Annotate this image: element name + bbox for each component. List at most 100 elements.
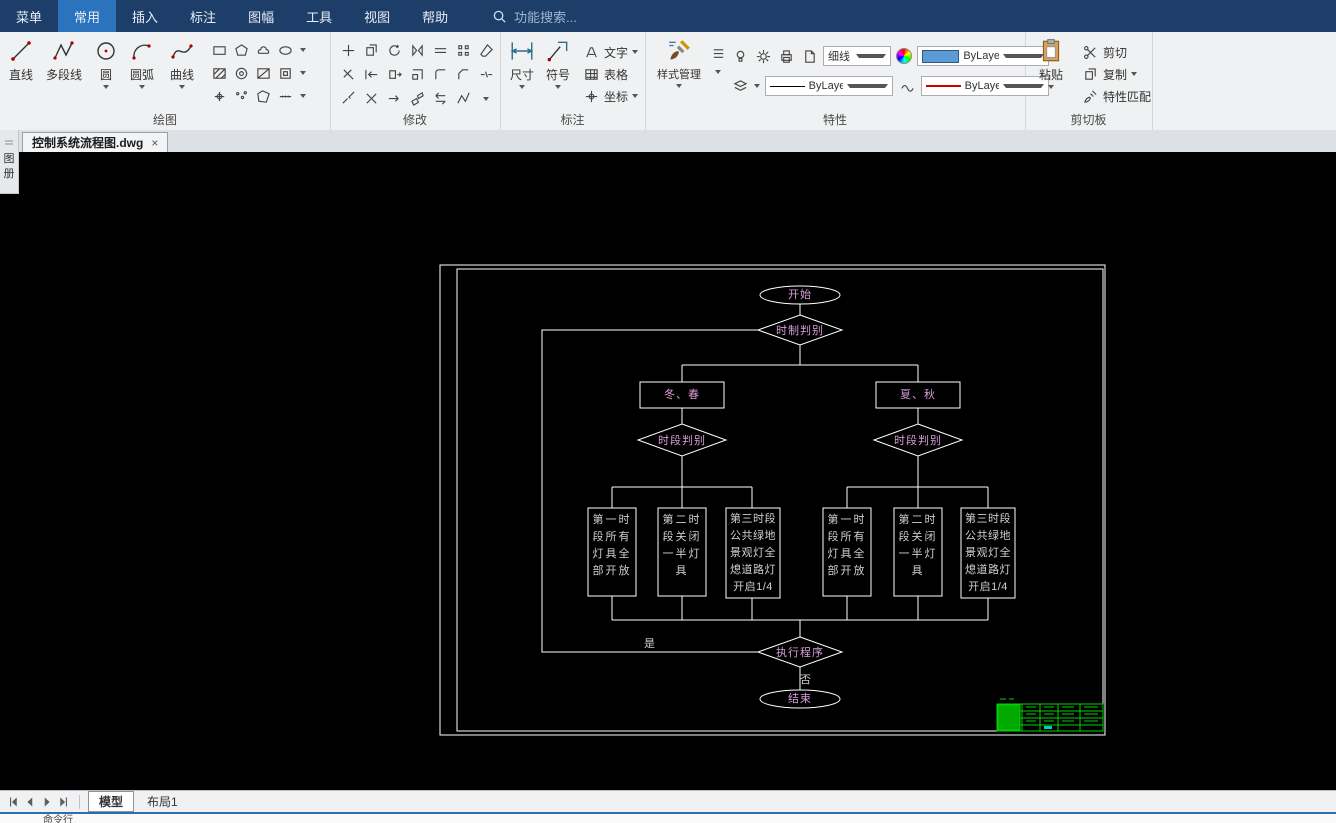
lineweight-display-combo[interactable]: 细线 <box>823 46 891 66</box>
draw-row2-dropdown-arrow[interactable] <box>300 71 306 75</box>
polygon-icon[interactable] <box>233 41 251 59</box>
region-icon[interactable] <box>255 64 273 82</box>
break-icon[interactable] <box>477 66 495 84</box>
rectangle-icon[interactable] <box>211 41 229 59</box>
model-tab[interactable]: 模型 <box>88 791 135 812</box>
next-tab-nav-icon[interactable] <box>40 795 54 809</box>
scale-icon[interactable] <box>408 66 426 84</box>
donut-icon[interactable] <box>233 64 251 82</box>
branch-left-label: 冬、春 <box>664 389 700 401</box>
layer-lock-sheet-icon[interactable] <box>800 47 818 65</box>
copy-button[interactable]: 复制 <box>1081 64 1138 84</box>
style-manager-button[interactable]: 样式管理 <box>653 38 705 88</box>
erase-icon[interactable] <box>477 42 495 60</box>
reverse-icon[interactable] <box>431 90 449 108</box>
text-dropdown-arrow[interactable] <box>632 50 639 54</box>
tab-sheet[interactable]: 图幅 <box>232 0 290 32</box>
ribbon-panel-clipboard: 粘贴 剪切 复制 特性匹配 剪切板 <box>1025 32 1153 130</box>
style-manager-icon <box>666 38 692 64</box>
function-search[interactable]: 功能搜索... <box>490 0 577 32</box>
layer-tools-dropdown-arrow[interactable] <box>715 70 721 74</box>
tab-tools[interactable]: 工具 <box>290 0 348 32</box>
text-label: 文字 <box>604 45 629 60</box>
linetype-tools-dropdown-arrow[interactable] <box>754 84 760 88</box>
rotate-icon[interactable] <box>385 42 403 60</box>
offset-icon[interactable] <box>431 42 449 60</box>
paste-dropdown-arrow[interactable] <box>1048 85 1054 89</box>
hatch-icon[interactable] <box>211 64 229 82</box>
document-tab-active[interactable]: 控制系统流程图.dwg × <box>22 132 169 152</box>
stretch-icon[interactable] <box>385 66 403 84</box>
array-icon[interactable] <box>454 42 472 60</box>
edit-polyline-icon[interactable] <box>454 90 472 108</box>
tab-view[interactable]: 视图 <box>348 0 406 32</box>
first-tab-nav-icon[interactable] <box>6 795 20 809</box>
cut-button[interactable]: 剪切 <box>1081 42 1127 62</box>
extend-icon[interactable] <box>362 66 380 84</box>
draw-row3-dropdown-arrow[interactable] <box>300 94 306 98</box>
copy-tool-icon[interactable] <box>362 42 380 60</box>
dimension-dropdown-arrow[interactable] <box>519 85 525 89</box>
draw-row1-dropdown-arrow[interactable] <box>300 48 306 52</box>
lineweight-wave-icon[interactable] <box>898 77 916 95</box>
polyline-button[interactable]: 多段线 <box>40 38 88 83</box>
boundary-icon[interactable] <box>277 64 295 82</box>
trim-icon[interactable] <box>339 66 357 84</box>
layer-thaw-sun-icon[interactable] <box>754 47 772 65</box>
table-button[interactable]: 表格 <box>582 64 628 84</box>
properties-side-tools <box>709 44 727 74</box>
join-icon[interactable] <box>339 90 357 108</box>
document-tab-close-icon[interactable]: × <box>151 136 158 150</box>
point-icon[interactable] <box>211 87 229 105</box>
style-manager-dropdown-arrow[interactable] <box>676 84 682 88</box>
divide-icon[interactable] <box>277 87 295 105</box>
arc-dropdown-arrow[interactable] <box>139 85 145 89</box>
polyline-icon <box>51 38 77 64</box>
multiple-points-icon[interactable] <box>233 87 251 105</box>
tab-help[interactable]: 帮助 <box>406 0 464 32</box>
arc-button[interactable]: 圆弧 <box>124 38 160 89</box>
symbol-button[interactable]: 符号 <box>542 38 574 89</box>
color-wheel-icon[interactable] <box>896 48 912 64</box>
drawing-canvas[interactable]: 开始 时制判别 冬、春 夏、秋 时段判别 时段判别 第一时段所有灯具全部开放 第… <box>0 152 1336 790</box>
line-button[interactable]: 直线 <box>4 38 38 83</box>
menu-button[interactable]: 菜单 <box>0 0 58 32</box>
layer-plot-printer-icon[interactable] <box>777 47 795 65</box>
mirror-icon[interactable] <box>408 42 426 60</box>
align-icon[interactable] <box>408 90 426 108</box>
ellipse-icon[interactable] <box>277 41 295 59</box>
lengthen-icon[interactable] <box>385 90 403 108</box>
copy-dropdown-arrow[interactable] <box>1131 72 1138 76</box>
sheet-set-panel-strip[interactable]: 图 册 <box>0 130 19 194</box>
revision-cloud-icon[interactable] <box>255 41 273 59</box>
tab-annotate[interactable]: 标注 <box>174 0 232 32</box>
wipeout-icon[interactable] <box>255 87 273 105</box>
last-tab-nav-icon[interactable] <box>57 795 71 809</box>
match-properties-button[interactable]: 特性匹配 <box>1081 86 1151 106</box>
dimension-button[interactable]: 尺寸 <box>506 38 538 89</box>
paste-button[interactable]: 粘贴 <box>1031 38 1071 89</box>
coordinate-button[interactable]: 坐标 <box>582 86 639 106</box>
circle-dropdown-arrow[interactable] <box>103 85 109 89</box>
modify-more-dropdown-arrow[interactable] <box>483 96 489 101</box>
fillet-icon[interactable] <box>431 66 449 84</box>
explode-icon[interactable] <box>362 90 380 108</box>
dimension-label: 尺寸 <box>509 68 534 82</box>
symbol-dropdown-arrow[interactable] <box>555 85 561 89</box>
chamfer-icon[interactable] <box>454 66 472 84</box>
command-line-bar[interactable]: 命令行 <box>0 812 1336 823</box>
spline-button[interactable]: 曲线 <box>164 38 200 89</box>
spline-dropdown-arrow[interactable] <box>179 85 185 89</box>
layer-properties-icon[interactable] <box>731 77 749 95</box>
text-button[interactable]: 文字 <box>582 42 639 62</box>
previous-tab-nav-icon[interactable] <box>23 795 37 809</box>
layer-on-bulb-icon[interactable] <box>731 47 749 65</box>
tab-home[interactable]: 常用 <box>58 0 117 32</box>
move-icon[interactable] <box>339 42 357 60</box>
tab-insert[interactable]: 插入 <box>116 0 174 32</box>
layer-list-icon[interactable] <box>709 44 727 62</box>
layout1-tab[interactable]: 布局1 <box>137 792 188 811</box>
circle-button[interactable]: 圆 <box>92 38 120 89</box>
coordinate-dropdown-arrow[interactable] <box>632 94 639 98</box>
linetype-combo[interactable]: ByLayer <box>765 76 893 96</box>
